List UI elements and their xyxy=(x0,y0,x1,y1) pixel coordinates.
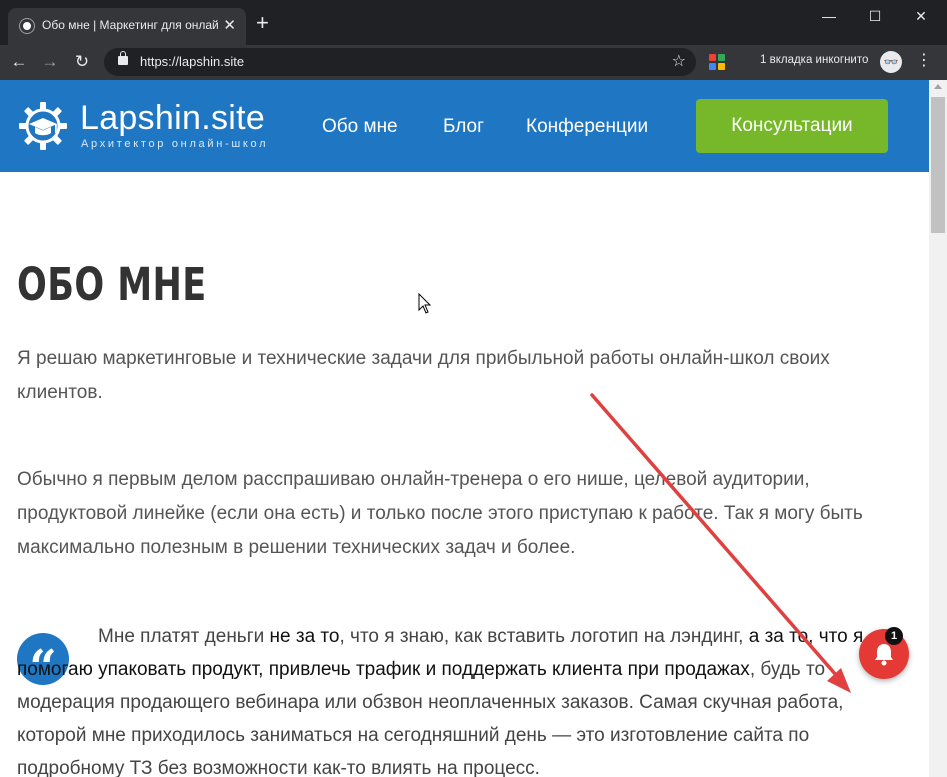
quote-text: Мне платят деньги xyxy=(98,626,270,647)
consultations-button[interactable]: Консультации xyxy=(696,99,888,153)
scroll-up-arrow-icon[interactable] xyxy=(934,84,942,89)
browser-toolbar: ← → ↻ https://lapshin.site ☆ 1 вкладка и… xyxy=(0,45,947,80)
gear-graduation-cap-icon[interactable] xyxy=(17,100,69,152)
logo-text[interactable]: Lapshin.site xyxy=(80,99,265,138)
nav-link-about[interactable]: Обо мне xyxy=(322,116,398,138)
logo-subtitle: Архитектор онлайн-школ xyxy=(81,138,269,150)
bell-icon xyxy=(875,644,893,666)
nav-link-blog[interactable]: Блог xyxy=(443,116,484,138)
reload-icon[interactable]: ↻ xyxy=(70,50,94,74)
page-title: ОБО МНЕ xyxy=(17,258,207,311)
minimize-button[interactable]: — xyxy=(806,4,852,28)
notification-bell-button[interactable]: 1 xyxy=(859,627,909,679)
nav-link-conferences[interactable]: Конференции xyxy=(526,116,648,138)
address-bar[interactable]: https://lapshin.site ☆ xyxy=(104,48,696,76)
site-header: Lapshin.site Архитектор онлайн-школ Обо … xyxy=(0,80,929,172)
intro-paragraph: Я решаю маркетинговые и технические зада… xyxy=(17,348,830,403)
extension-icon[interactable] xyxy=(709,54,725,70)
incognito-label[interactable]: 1 вкладка инкогнито xyxy=(760,54,868,66)
back-icon[interactable]: ← xyxy=(7,50,31,74)
tab-close-icon[interactable]: ✕ xyxy=(223,17,236,35)
browser-menu-icon[interactable]: ⋮ xyxy=(916,50,932,70)
notification-count-badge: 1 xyxy=(885,627,903,645)
tab-strip: Обо мне | Маркетинг для онлай ✕ + — ☐ ✕ xyxy=(0,0,947,45)
new-tab-button[interactable]: + xyxy=(256,12,269,34)
maximize-button[interactable]: ☐ xyxy=(852,4,898,28)
close-window-button[interactable]: ✕ xyxy=(898,4,944,28)
favicon-icon xyxy=(20,19,34,33)
mouse-cursor-icon xyxy=(418,293,432,314)
page-viewport: Lapshin.site Архитектор онлайн-школ Обо … xyxy=(0,80,929,777)
quote-text: , что я знаю, как вставить логотип на лэ… xyxy=(339,626,749,647)
browser-window: Обо мне | Маркетинг для онлай ✕ + — ☐ ✕ … xyxy=(0,0,947,777)
forward-icon[interactable]: → xyxy=(38,50,62,74)
scrollbar-thumb[interactable] xyxy=(931,97,945,233)
bookmark-star-icon[interactable]: ☆ xyxy=(672,51,686,71)
approach-paragraph: Обычно я первым делом расспрашиваю онлай… xyxy=(17,469,863,558)
quote-emphasis: не за то xyxy=(269,626,340,647)
url-text[interactable]: https://lapshin.site xyxy=(140,54,244,69)
active-tab[interactable]: Обо мне | Маркетинг для онлай ✕ xyxy=(8,8,246,45)
blockquote: Мне платят деньги не за то, что я знаю, … xyxy=(17,620,907,777)
vertical-scrollbar[interactable] xyxy=(929,80,947,777)
lock-icon xyxy=(118,51,128,65)
incognito-icon[interactable]: 👓 xyxy=(880,51,902,73)
tab-title: Обо мне | Маркетинг для онлай xyxy=(42,18,219,32)
